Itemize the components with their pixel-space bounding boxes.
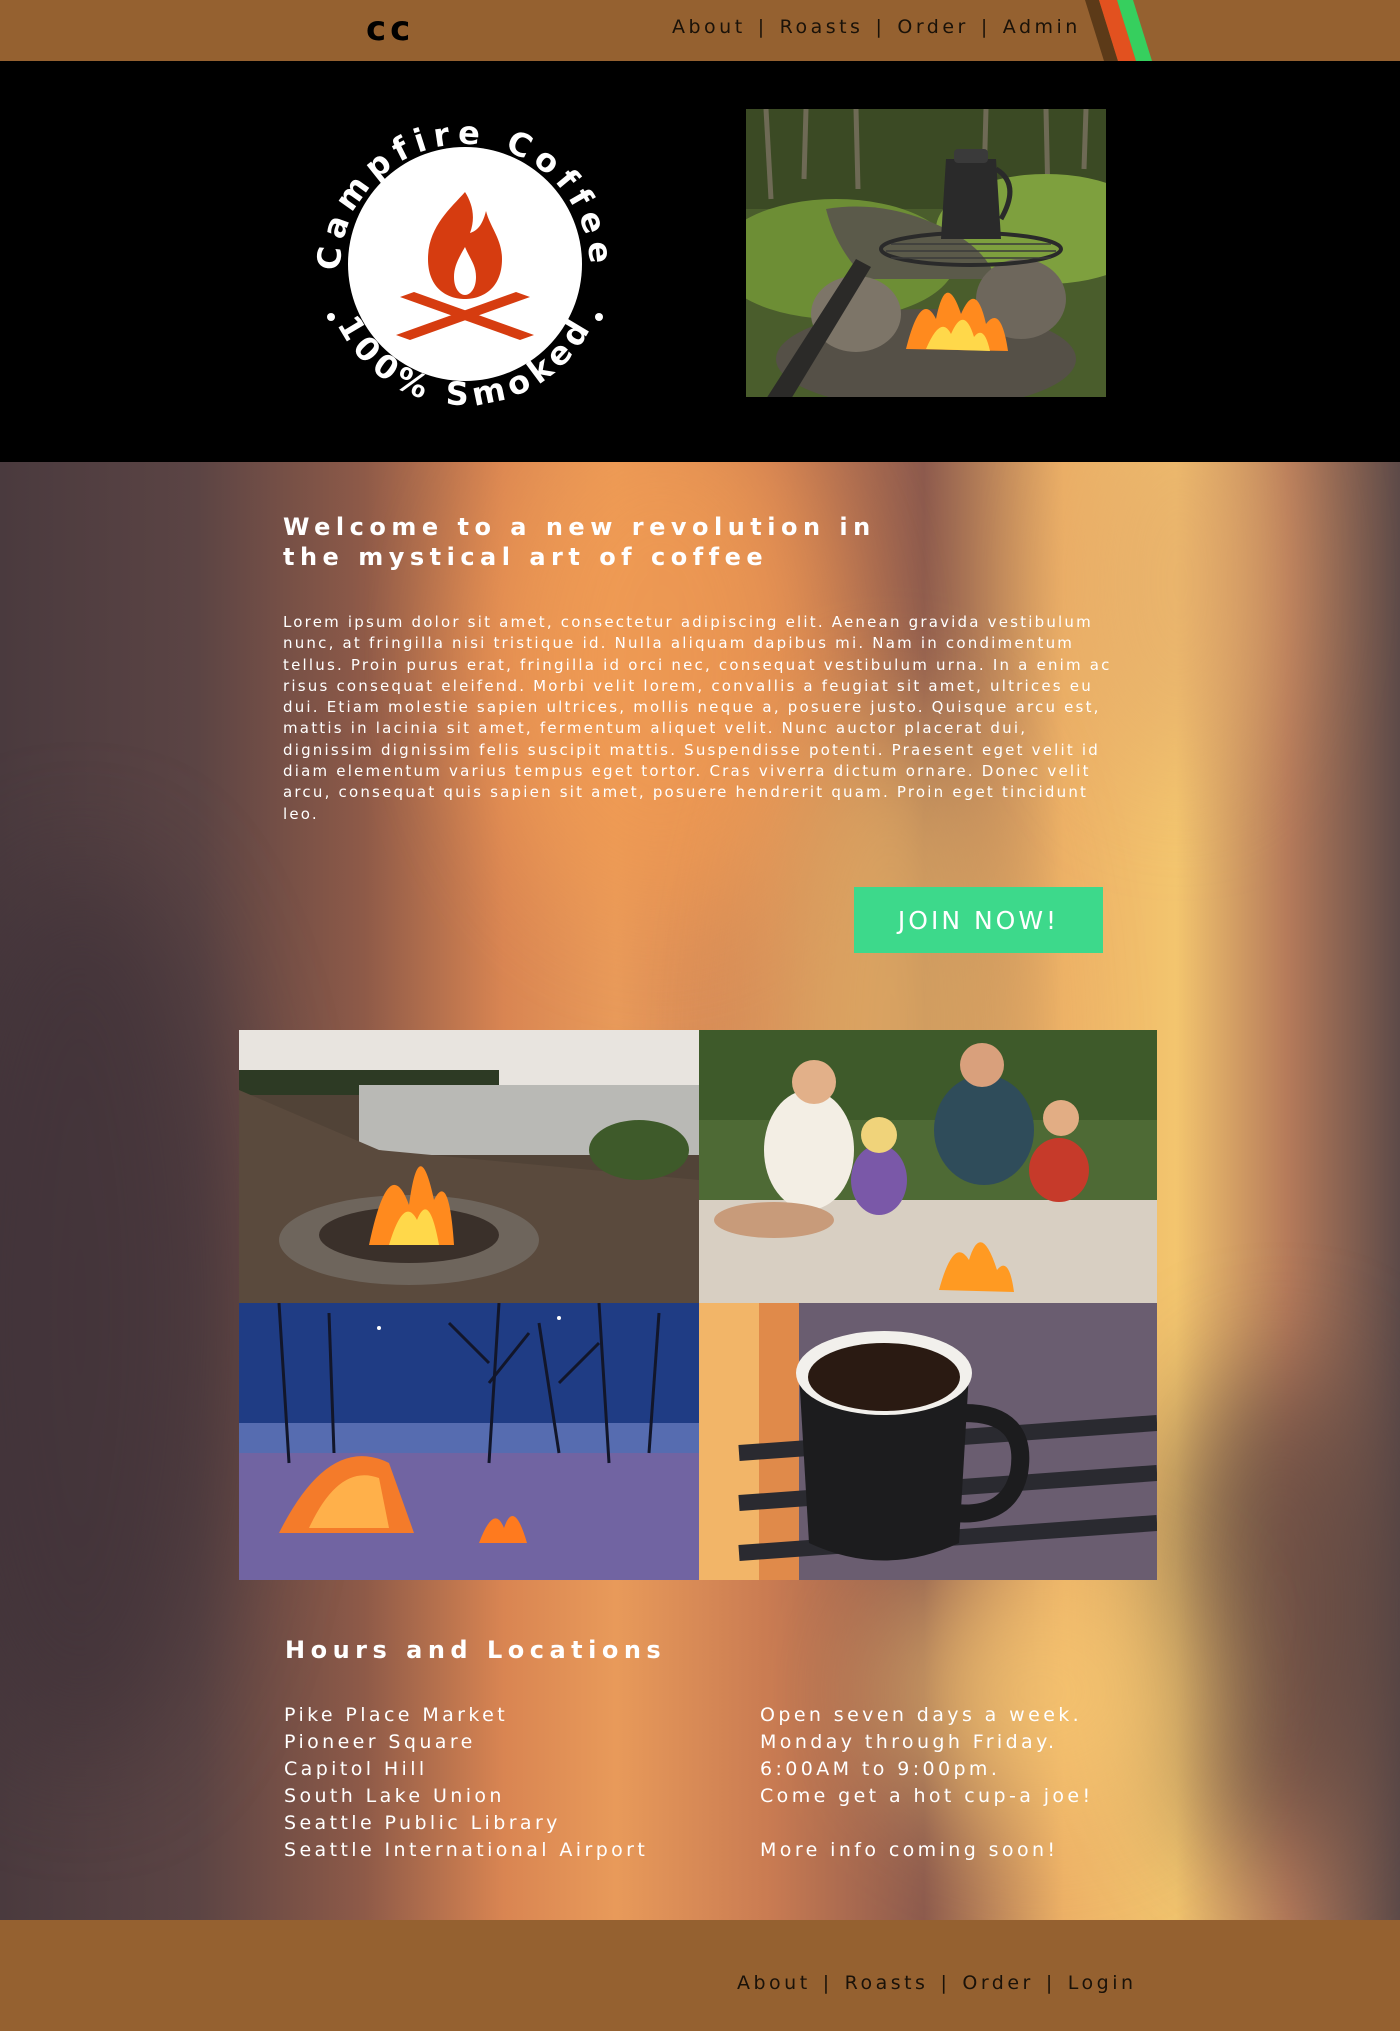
location-item: Capitol Hill bbox=[284, 1758, 428, 1780]
nav-separator: | bbox=[980, 16, 991, 38]
hours-locations-heading: Hours and Locations bbox=[285, 1636, 667, 1664]
lakeside-campfire-photo bbox=[239, 1030, 699, 1303]
hours-info-list: Open seven days a week. Monday through F… bbox=[760, 1702, 1094, 1864]
nav-link-admin[interactable]: Admin bbox=[1003, 16, 1081, 38]
location-item: Pike Place Market bbox=[284, 1704, 509, 1726]
brand-logo-text[interactable]: cc bbox=[366, 9, 414, 49]
hero-section: Campfire Coffee 100% Smoked bbox=[0, 61, 1400, 462]
family-roasting-marshmallows-photo bbox=[699, 1030, 1157, 1303]
footer-link-about[interactable]: About bbox=[737, 1972, 811, 1994]
nav-separator: | bbox=[875, 16, 886, 38]
coffee-mug-photo bbox=[699, 1303, 1157, 1580]
campfire-coffee-logo: Campfire Coffee 100% Smoked bbox=[309, 113, 613, 413]
footer-bar: About | Roasts | Order | Login bbox=[0, 1920, 1400, 2031]
nav-separator: | bbox=[940, 1972, 951, 1994]
footer-link-roasts[interactable]: Roasts bbox=[845, 1972, 929, 1994]
footer-nav: About | Roasts | Order | Login bbox=[737, 1972, 1137, 1994]
intro-paragraph: Lorem ipsum dolor sit amet, consectetur … bbox=[283, 613, 1112, 823]
top-nav: About | Roasts | Order | Admin bbox=[672, 16, 1081, 38]
hours-info-item: Open seven days a week. bbox=[760, 1704, 1083, 1726]
location-item: Seattle International Airport bbox=[284, 1839, 649, 1861]
nav-separator: | bbox=[1045, 1972, 1056, 1994]
footer-link-order[interactable]: Order bbox=[962, 1972, 1034, 1994]
location-item: South Lake Union bbox=[284, 1785, 505, 1807]
join-now-button[interactable]: JOIN NOW! bbox=[854, 887, 1103, 953]
hours-info-item bbox=[760, 1810, 1094, 1837]
nav-link-order[interactable]: Order bbox=[897, 16, 969, 38]
hours-info-item: 6:00AM to 9:00pm. bbox=[760, 1758, 1001, 1780]
top-nav-bar: cc About | Roasts | Order | Admin bbox=[0, 0, 1400, 61]
nav-separator: | bbox=[822, 1972, 833, 1994]
location-item: Pioneer Square bbox=[284, 1731, 476, 1753]
welcome-headline: Welcome to a new revolution in the mysti… bbox=[283, 513, 876, 571]
locations-list: Pike Place Market Pioneer Square Capitol… bbox=[284, 1702, 648, 1864]
decorative-stripes bbox=[1085, 0, 1152, 61]
photo-gallery bbox=[239, 1030, 1157, 1580]
footer-link-login[interactable]: Login bbox=[1068, 1972, 1137, 1994]
nav-link-roasts[interactable]: Roasts bbox=[780, 16, 864, 38]
snowy-tent-campfire-photo bbox=[239, 1303, 699, 1580]
hours-info-item: More info coming soon! bbox=[760, 1839, 1059, 1861]
hours-info-item: Come get a hot cup-a joe! bbox=[760, 1785, 1094, 1807]
hours-info-item: Monday through Friday. bbox=[760, 1731, 1058, 1753]
location-item: Seattle Public Library bbox=[284, 1812, 561, 1834]
coffee-pot-over-campfire-photo bbox=[746, 109, 1106, 397]
nav-separator: | bbox=[757, 16, 768, 38]
nav-link-about[interactable]: About bbox=[672, 16, 746, 38]
